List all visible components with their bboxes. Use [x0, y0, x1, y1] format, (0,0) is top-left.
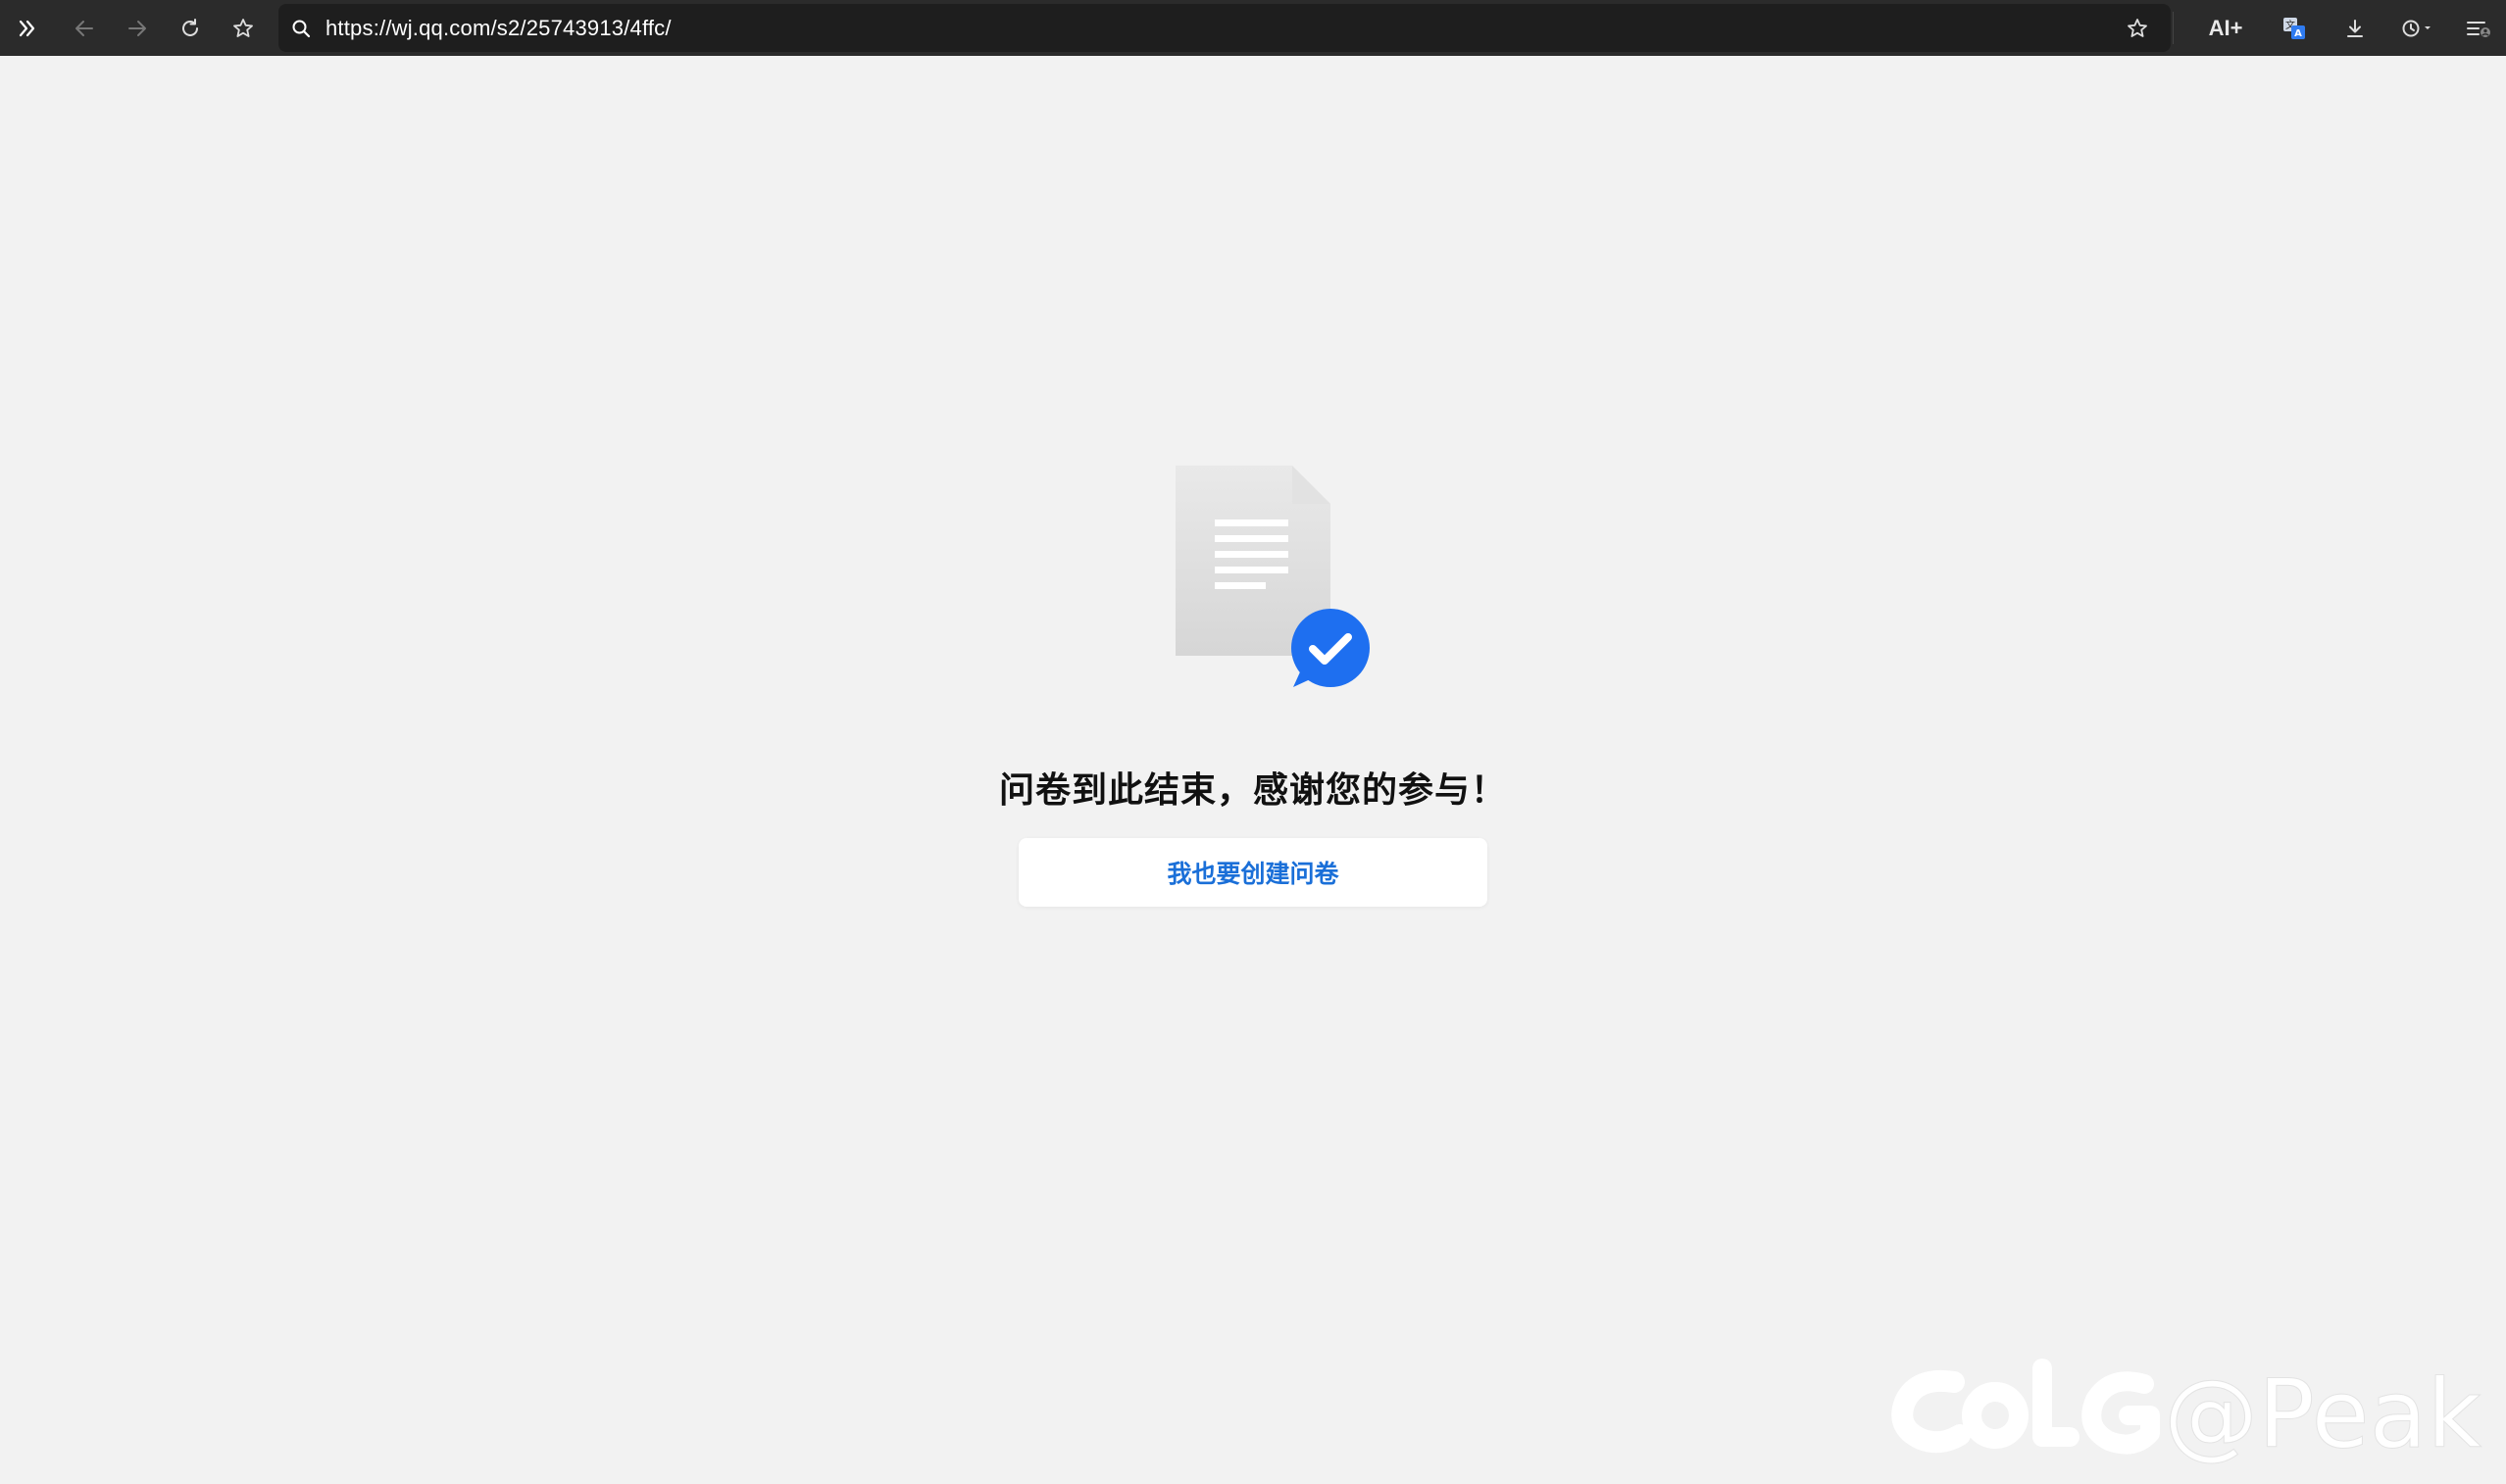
arrow-left-icon	[73, 17, 96, 40]
toolbar-divider	[2173, 12, 2174, 44]
bookmark-page-button[interactable]	[2112, 0, 2163, 56]
create-survey-button[interactable]: 我也要创建问卷	[1019, 838, 1487, 907]
survey-complete-illustration	[1167, 409, 1382, 703]
translate-icon: 文 A	[2280, 15, 2308, 42]
reload-icon	[178, 17, 202, 40]
watermark-logo: @Peak	[1878, 1355, 2505, 1479]
page-content: 问卷到此结束，感谢您的参与！ 我也要创建问卷 @Peak	[0, 56, 2506, 1470]
history-icon	[2399, 17, 2432, 40]
double-chevron-right-icon	[17, 18, 38, 39]
reload-button[interactable]	[165, 0, 216, 56]
svg-text:@Peak: @Peak	[2164, 1360, 2481, 1469]
download-icon	[2343, 17, 2367, 40]
history-button[interactable]	[2388, 0, 2443, 56]
ai-label: AI+	[2208, 15, 2243, 40]
svg-text:A: A	[2294, 28, 2302, 39]
translate-button[interactable]: 文 A	[2269, 0, 2320, 56]
back-button[interactable]	[59, 0, 110, 56]
star-icon	[231, 17, 255, 40]
browser-toolbar: https://wj.qq.com/s2/25743913/4ffc/ AI+ …	[0, 0, 2506, 56]
menu-icon	[2465, 17, 2492, 40]
star-icon	[2126, 17, 2149, 40]
check-circle-icon	[1289, 607, 1372, 694]
url-text[interactable]: https://wj.qq.com/s2/25743913/4ffc/	[326, 0, 672, 56]
survey-end-message: 问卷到此结束，感谢您的参与！	[998, 770, 1507, 811]
arrow-right-icon	[125, 17, 149, 40]
search-icon	[276, 0, 326, 56]
sidebar-toggle-button[interactable]	[2, 0, 53, 56]
ai-assistant-button[interactable]: AI+	[2196, 0, 2255, 56]
forward-button[interactable]	[112, 0, 163, 56]
download-button[interactable]	[2330, 0, 2381, 56]
main-menu-button[interactable]	[2453, 0, 2504, 56]
favorite-button[interactable]	[218, 0, 269, 56]
